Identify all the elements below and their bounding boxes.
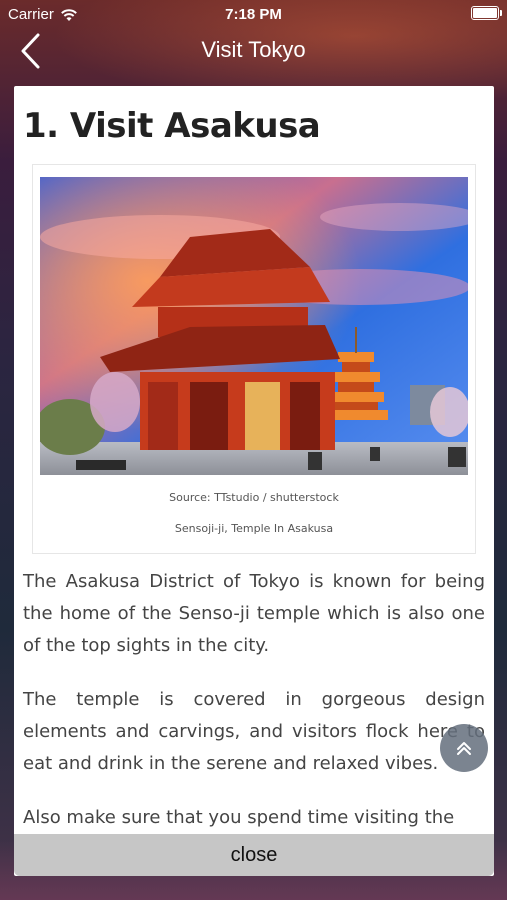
- article-content: 1. Visit Asakusa Source: TTstudio / shut…: [14, 86, 494, 834]
- image-source: Source: TTstudio / shutterstock: [169, 491, 339, 504]
- double-chevron-up-icon: [457, 742, 471, 755]
- battery-icon: [471, 6, 502, 20]
- status-bar: Carrier 7:18 PM: [0, 0, 507, 30]
- page-title: Visit Tokyo: [201, 37, 306, 62]
- temple-photo: [40, 177, 468, 475]
- image-caption: Sensoji-ji, Temple In Asakusa: [174, 522, 334, 535]
- close-button[interactable]: close: [14, 834, 494, 876]
- close-label: close: [230, 843, 278, 866]
- status-right: [471, 6, 502, 20]
- article-paragraph: The temple is covered in gorgeous design…: [23, 689, 485, 774]
- article-figure: Source: TTstudio / shutterstock Sensoji-…: [32, 164, 476, 554]
- scroll-to-top-button[interactable]: [440, 724, 488, 772]
- nav-bar: Visit Tokyo: [0, 30, 507, 74]
- article-paragraph: Also make sure that you spend time visit…: [23, 807, 455, 828]
- article-heading: 1. Visit Asakusa: [23, 106, 321, 146]
- article-card: 1. Visit Asakusa Source: TTstudio / shut…: [14, 86, 494, 876]
- status-time: 7:18 PM: [225, 6, 282, 23]
- article-paragraph: The Asakusa District of Tokyo is known f…: [23, 571, 485, 656]
